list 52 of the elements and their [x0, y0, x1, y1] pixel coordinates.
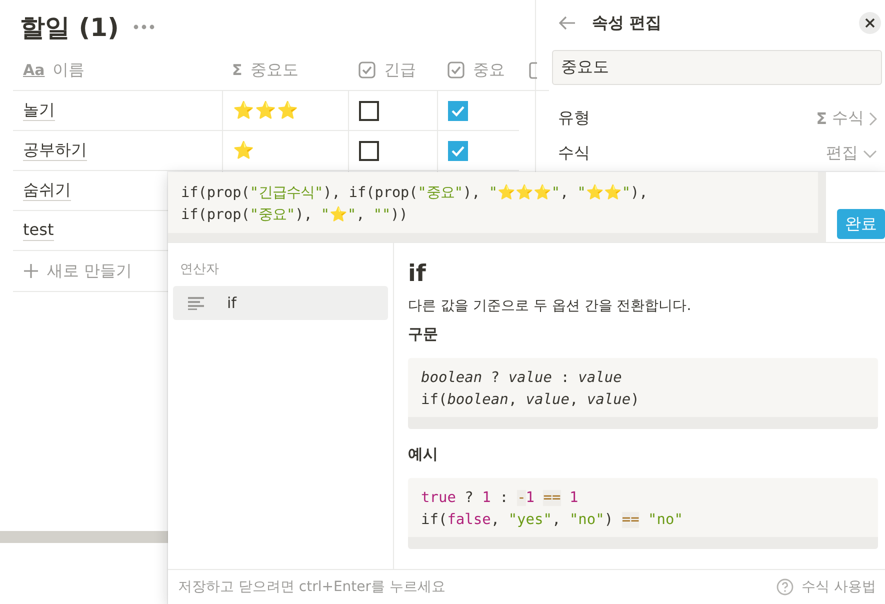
formula-result: ⭐⭐⭐	[233, 100, 299, 121]
row-name[interactable]: 놀기	[23, 100, 55, 121]
horizontal-scrollbar[interactable]	[168, 233, 826, 242]
doc-description: 다른 값을 기준으로 두 옵션 간을 전환합니다.	[408, 297, 692, 315]
code-line: if(prop("중요"), "⭐", ""))	[181, 205, 408, 225]
vertical-scrollbar[interactable]	[818, 172, 826, 233]
code-line: true ? 1 : -1 == 1	[421, 489, 578, 508]
property-value: 편집	[826, 143, 858, 164]
page-title: 할일 (1)	[20, 12, 119, 44]
property-name-field[interactable]: 중요도	[552, 50, 882, 85]
shortcut-hint: 저장하고 닫으려면 ctrl+Enter를 누르세요	[178, 578, 446, 596]
chevron-down-icon	[863, 150, 877, 158]
checkbox-icon	[358, 61, 376, 79]
property-label: 수식	[558, 143, 591, 164]
more-icon[interactable]	[132, 24, 155, 30]
check-icon	[451, 104, 465, 116]
plus-icon	[23, 263, 39, 279]
code-line: if(boolean, value, value)	[421, 391, 640, 410]
row-name[interactable]: test	[23, 220, 54, 241]
section-heading: 예시	[408, 445, 439, 464]
formula-field[interactable]: if(prop("긴급수식"), if(prop("중요"), "⭐⭐⭐", "⭐⭐"), if(prop("중요"), "⭐", ""))	[168, 172, 826, 242]
property-value: 수식	[832, 108, 864, 129]
checkbox-icon	[447, 61, 465, 79]
section-heading: 구문	[408, 325, 439, 344]
property-label: 유형	[558, 108, 591, 129]
property-row[interactable]: 수식 편집	[552, 136, 885, 171]
text-type-icon: Aa	[23, 61, 45, 79]
row-name[interactable]: 공부하기	[23, 140, 87, 161]
doc-title: if	[408, 261, 428, 287]
property-row[interactable]: 유형 Σ 수식	[552, 101, 885, 136]
code-line: boolean ? value : value	[421, 369, 622, 388]
close-icon	[865, 18, 875, 28]
check-icon	[451, 144, 465, 156]
panel-title: 속성 편집	[592, 12, 663, 34]
formula-icon: Σ	[816, 109, 827, 128]
code-line: if(false, "yes", "no") == "no"	[421, 511, 683, 530]
formula-icon: Σ	[232, 61, 242, 79]
close-button[interactable]	[859, 12, 881, 34]
checkbox[interactable]	[448, 100, 468, 120]
checkbox[interactable]	[359, 100, 379, 120]
checkbox[interactable]	[448, 140, 468, 160]
chevron-right-icon	[869, 112, 877, 126]
formula-result: ⭐	[233, 140, 255, 161]
section-label: 연산자	[179, 261, 220, 279]
help-icon	[776, 578, 794, 596]
row-name[interactable]: 숨쉬기	[23, 180, 71, 201]
horizontal-scrollbar[interactable]	[0, 531, 168, 543]
text-lines-icon	[187, 296, 205, 310]
back-arrow-icon[interactable]	[558, 16, 576, 30]
function-item[interactable]: if	[173, 286, 388, 320]
checkbox[interactable]	[359, 140, 379, 160]
code-line: if(prop("긴급수식"), if(prop("중요"), "⭐⭐⭐", "⭐⭐"),	[181, 183, 648, 203]
